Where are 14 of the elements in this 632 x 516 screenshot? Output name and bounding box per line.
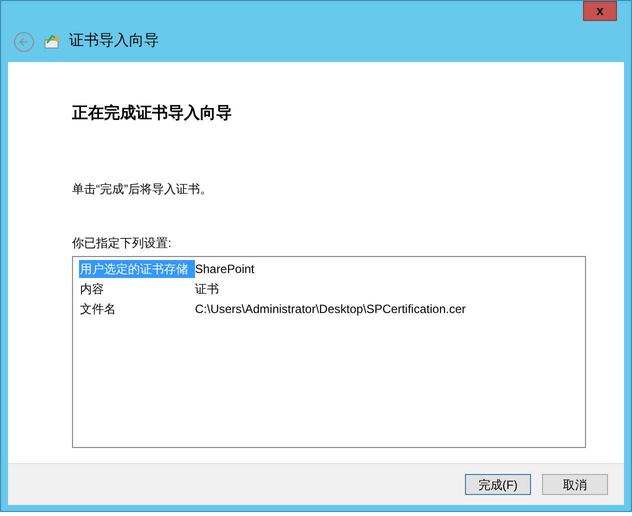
window-title: 证书导入向导 bbox=[69, 31, 159, 52]
instruction-text: 单击“完成”后将导入证书。 bbox=[72, 181, 213, 198]
certificate-icon bbox=[43, 34, 61, 50]
setting-value: SharePoint bbox=[195, 261, 254, 278]
setting-value: C:\Users\Administrator\Desktop\SPCertification.cer bbox=[195, 301, 466, 318]
settings-label: 你已指定下列设置: bbox=[72, 235, 172, 252]
setting-name[interactable]: 内容 bbox=[79, 280, 195, 298]
cancel-button[interactable]: 取消 bbox=[542, 474, 608, 495]
setting-name[interactable]: 文件名 bbox=[79, 300, 195, 318]
close-button[interactable]: x bbox=[583, 1, 617, 21]
page-heading: 正在完成证书导入向导 bbox=[72, 103, 233, 124]
setting-value: 证书 bbox=[195, 281, 219, 298]
finish-button[interactable]: 完成(F) bbox=[465, 474, 531, 495]
back-icon[interactable] bbox=[13, 30, 35, 52]
